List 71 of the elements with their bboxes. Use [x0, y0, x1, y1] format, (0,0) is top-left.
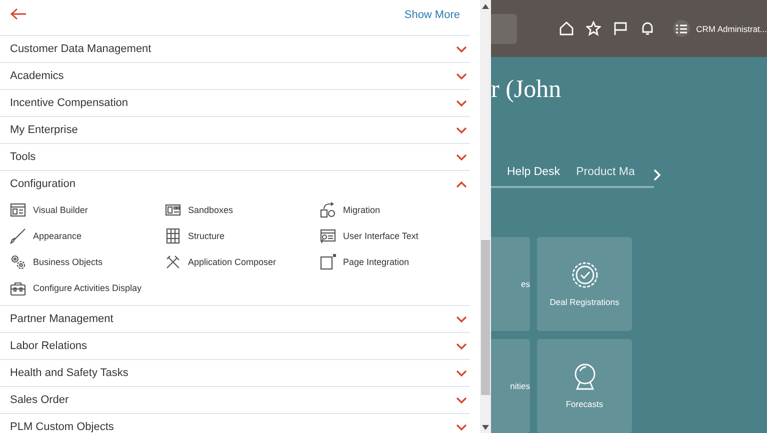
scrollbar-thumb[interactable]: [481, 240, 490, 395]
menu-item[interactable]: Migration: [320, 197, 470, 223]
expand-chevron-icon[interactable]: [456, 370, 467, 376]
collapse-chevron-icon[interactable]: [456, 180, 467, 188]
text-window-icon: [320, 228, 336, 244]
section-title: Partner Management: [10, 313, 114, 325]
search-field[interactable]: [491, 14, 518, 44]
section-title: Academics: [10, 70, 64, 82]
flag-icon[interactable]: [613, 21, 628, 36]
section-title: Tools: [10, 151, 36, 163]
section-header[interactable]: Incentive Compensation: [0, 90, 470, 116]
section-header[interactable]: Configuration: [0, 171, 470, 197]
welcome-heading: r (John: [491, 77, 562, 103]
section-title: Incentive Compensation: [10, 97, 128, 109]
layout-icon: [10, 202, 26, 218]
menu-item[interactable]: Configure Activities Display: [10, 275, 165, 301]
menu-item[interactable]: Sandboxes: [165, 197, 320, 223]
section-title: Sales Order: [10, 394, 69, 406]
show-more-link[interactable]: Show More: [404, 9, 460, 21]
menu-item[interactable]: Appearance: [10, 223, 165, 249]
expand-chevron-icon[interactable]: [456, 316, 467, 322]
expand-chevron-icon[interactable]: [456, 100, 467, 106]
star-icon[interactable]: [586, 21, 602, 36]
section-header[interactable]: Academics: [0, 63, 470, 89]
springboard-tab[interactable]: Product Ma: [576, 158, 635, 186]
expand-chevron-icon[interactable]: [456, 396, 467, 404]
home-icon[interactable]: [559, 21, 574, 36]
panel-icon: [165, 202, 181, 218]
user-avatar[interactable]: [673, 20, 690, 37]
menu-item[interactable]: Structure: [165, 223, 320, 249]
badge-check-icon: [570, 261, 598, 289]
section-header[interactable]: Sales Order: [0, 387, 470, 413]
section-title: Labor Relations: [10, 340, 88, 352]
page-icon: [320, 254, 336, 270]
expand-chevron-icon[interactable]: [456, 46, 467, 52]
expand-chevron-icon[interactable]: [456, 126, 467, 134]
gears-icon: [10, 254, 26, 270]
menu-item[interactable]: Page Integration: [320, 249, 470, 275]
section-header[interactable]: Health and Safety Tasks: [0, 360, 470, 386]
grid-icon: [165, 228, 181, 244]
toolbox-icon: [10, 280, 26, 296]
section-header[interactable]: PLM Custom Objects: [0, 414, 470, 433]
section-title: My Enterprise: [10, 124, 78, 136]
scroll-down-icon[interactable]: [482, 425, 489, 430]
section-title: Customer Data Management: [10, 43, 152, 55]
section-header[interactable]: My Enterprise: [0, 117, 470, 143]
back-arrow-icon[interactable]: [10, 8, 27, 20]
menu-item[interactable]: Business Objects: [10, 249, 165, 275]
next-chevron-icon[interactable]: [653, 169, 661, 181]
section-title: Configuration: [10, 178, 76, 190]
menu-item[interactable]: User Interface Text: [320, 223, 470, 249]
scroll-up-icon[interactable]: [482, 4, 489, 9]
section-header[interactable]: Customer Data Management: [0, 36, 470, 62]
springboard-tab[interactable]: Help Desk: [507, 158, 560, 186]
menu-item[interactable]: Visual Builder: [10, 197, 165, 223]
section-header[interactable]: Partner Management: [0, 306, 470, 332]
user-name[interactable]: CRM Administrat...: [696, 24, 767, 34]
menu-item[interactable]: Application Composer: [165, 249, 320, 275]
expand-chevron-icon[interactable]: [456, 342, 467, 350]
section-title: Health and Safety Tasks: [10, 367, 128, 379]
section-header[interactable]: Tools: [0, 144, 470, 170]
section-header[interactable]: Labor Relations: [0, 333, 470, 359]
migration-icon: [320, 202, 336, 218]
expand-chevron-icon[interactable]: [456, 424, 467, 430]
expand-chevron-icon[interactable]: [456, 154, 467, 160]
list-icon: [676, 24, 688, 34]
expand-chevron-icon[interactable]: [456, 72, 467, 80]
brush-icon: [10, 228, 26, 244]
section-title: PLM Custom Objects: [10, 421, 114, 433]
tools-icon: [165, 254, 181, 270]
bell-icon[interactable]: [640, 21, 656, 36]
